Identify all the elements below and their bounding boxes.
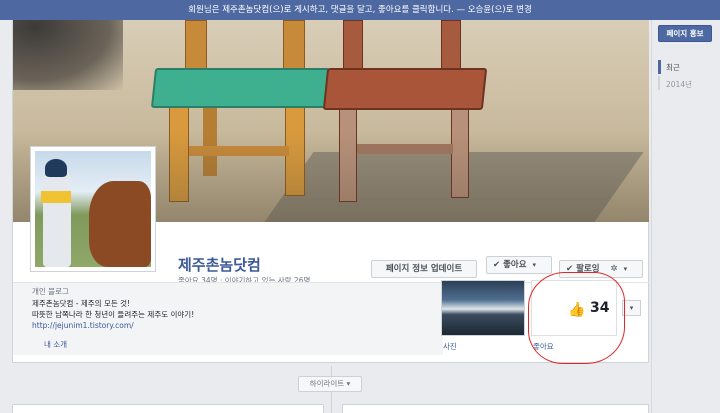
timeline-card [342, 404, 649, 413]
profile-picture-vest [41, 191, 71, 203]
page-title[interactable]: 제주촌놈닷컴 [178, 254, 261, 275]
top-notice-text[interactable]: 회원님은 제주촌놈닷컴(으)로 게시하고, 댓글을 달고, 좋아요를 클릭합니다… [188, 5, 532, 15]
profile-picture-horse [89, 181, 151, 267]
photos-app-label[interactable]: 사진 [443, 341, 457, 352]
timeline-nav-recent[interactable]: 최근 [666, 62, 680, 73]
page-category[interactable]: 개인 블로그 [32, 286, 69, 297]
timeline-nav-year[interactable]: 2014년 [666, 79, 692, 90]
profile-picture-head [45, 159, 67, 177]
annotation-circle [528, 272, 625, 364]
timeline-nav-marker [658, 60, 661, 74]
profile-picture[interactable] [30, 146, 156, 272]
cover-decoration [150, 68, 331, 108]
profile-picture-image [35, 151, 151, 267]
like-button[interactable]: ✔ 좋아요 ▾ [486, 256, 552, 274]
check-icon: ✔ [493, 260, 501, 270]
cover-decoration [322, 68, 488, 110]
website-link[interactable]: http://jejunim1.tistory.com/ [32, 321, 134, 330]
update-page-info-button[interactable]: 페이지 정보 업데이트 [371, 260, 477, 278]
about-line: 제주촌놈닷컴 - 제주의 모든 것! [32, 299, 131, 308]
timeline-card [12, 404, 324, 413]
like-button-label: 좋아요 [503, 260, 527, 270]
timeline-nav-line [658, 76, 660, 90]
photos-app-thumbnail[interactable] [441, 280, 525, 336]
promote-page-button[interactable]: 페이지 홍보 [658, 25, 712, 42]
update-page-info-label: 페이지 정보 업데이트 [385, 264, 463, 274]
highlights-button[interactable]: 하이라이트 ▾ [298, 376, 362, 392]
cover-decoration [13, 20, 123, 90]
profile-picture-person [43, 169, 71, 267]
tab-about[interactable]: 내 소개 [44, 339, 67, 350]
about-line: 따뜻한 남쪽나라 한 청년이 들려주는 제주도 이야기! [32, 310, 195, 319]
chevron-down-icon: ▾ [532, 261, 537, 269]
chevron-down-icon[interactable]: ▾ [624, 265, 628, 273]
top-notice-bar[interactable]: 회원님은 제주촌놈닷컴(으)로 게시하고, 댓글을 달고, 좋아요를 클릭합니다… [0, 0, 720, 20]
gear-icon[interactable]: ✲ [611, 264, 618, 274]
